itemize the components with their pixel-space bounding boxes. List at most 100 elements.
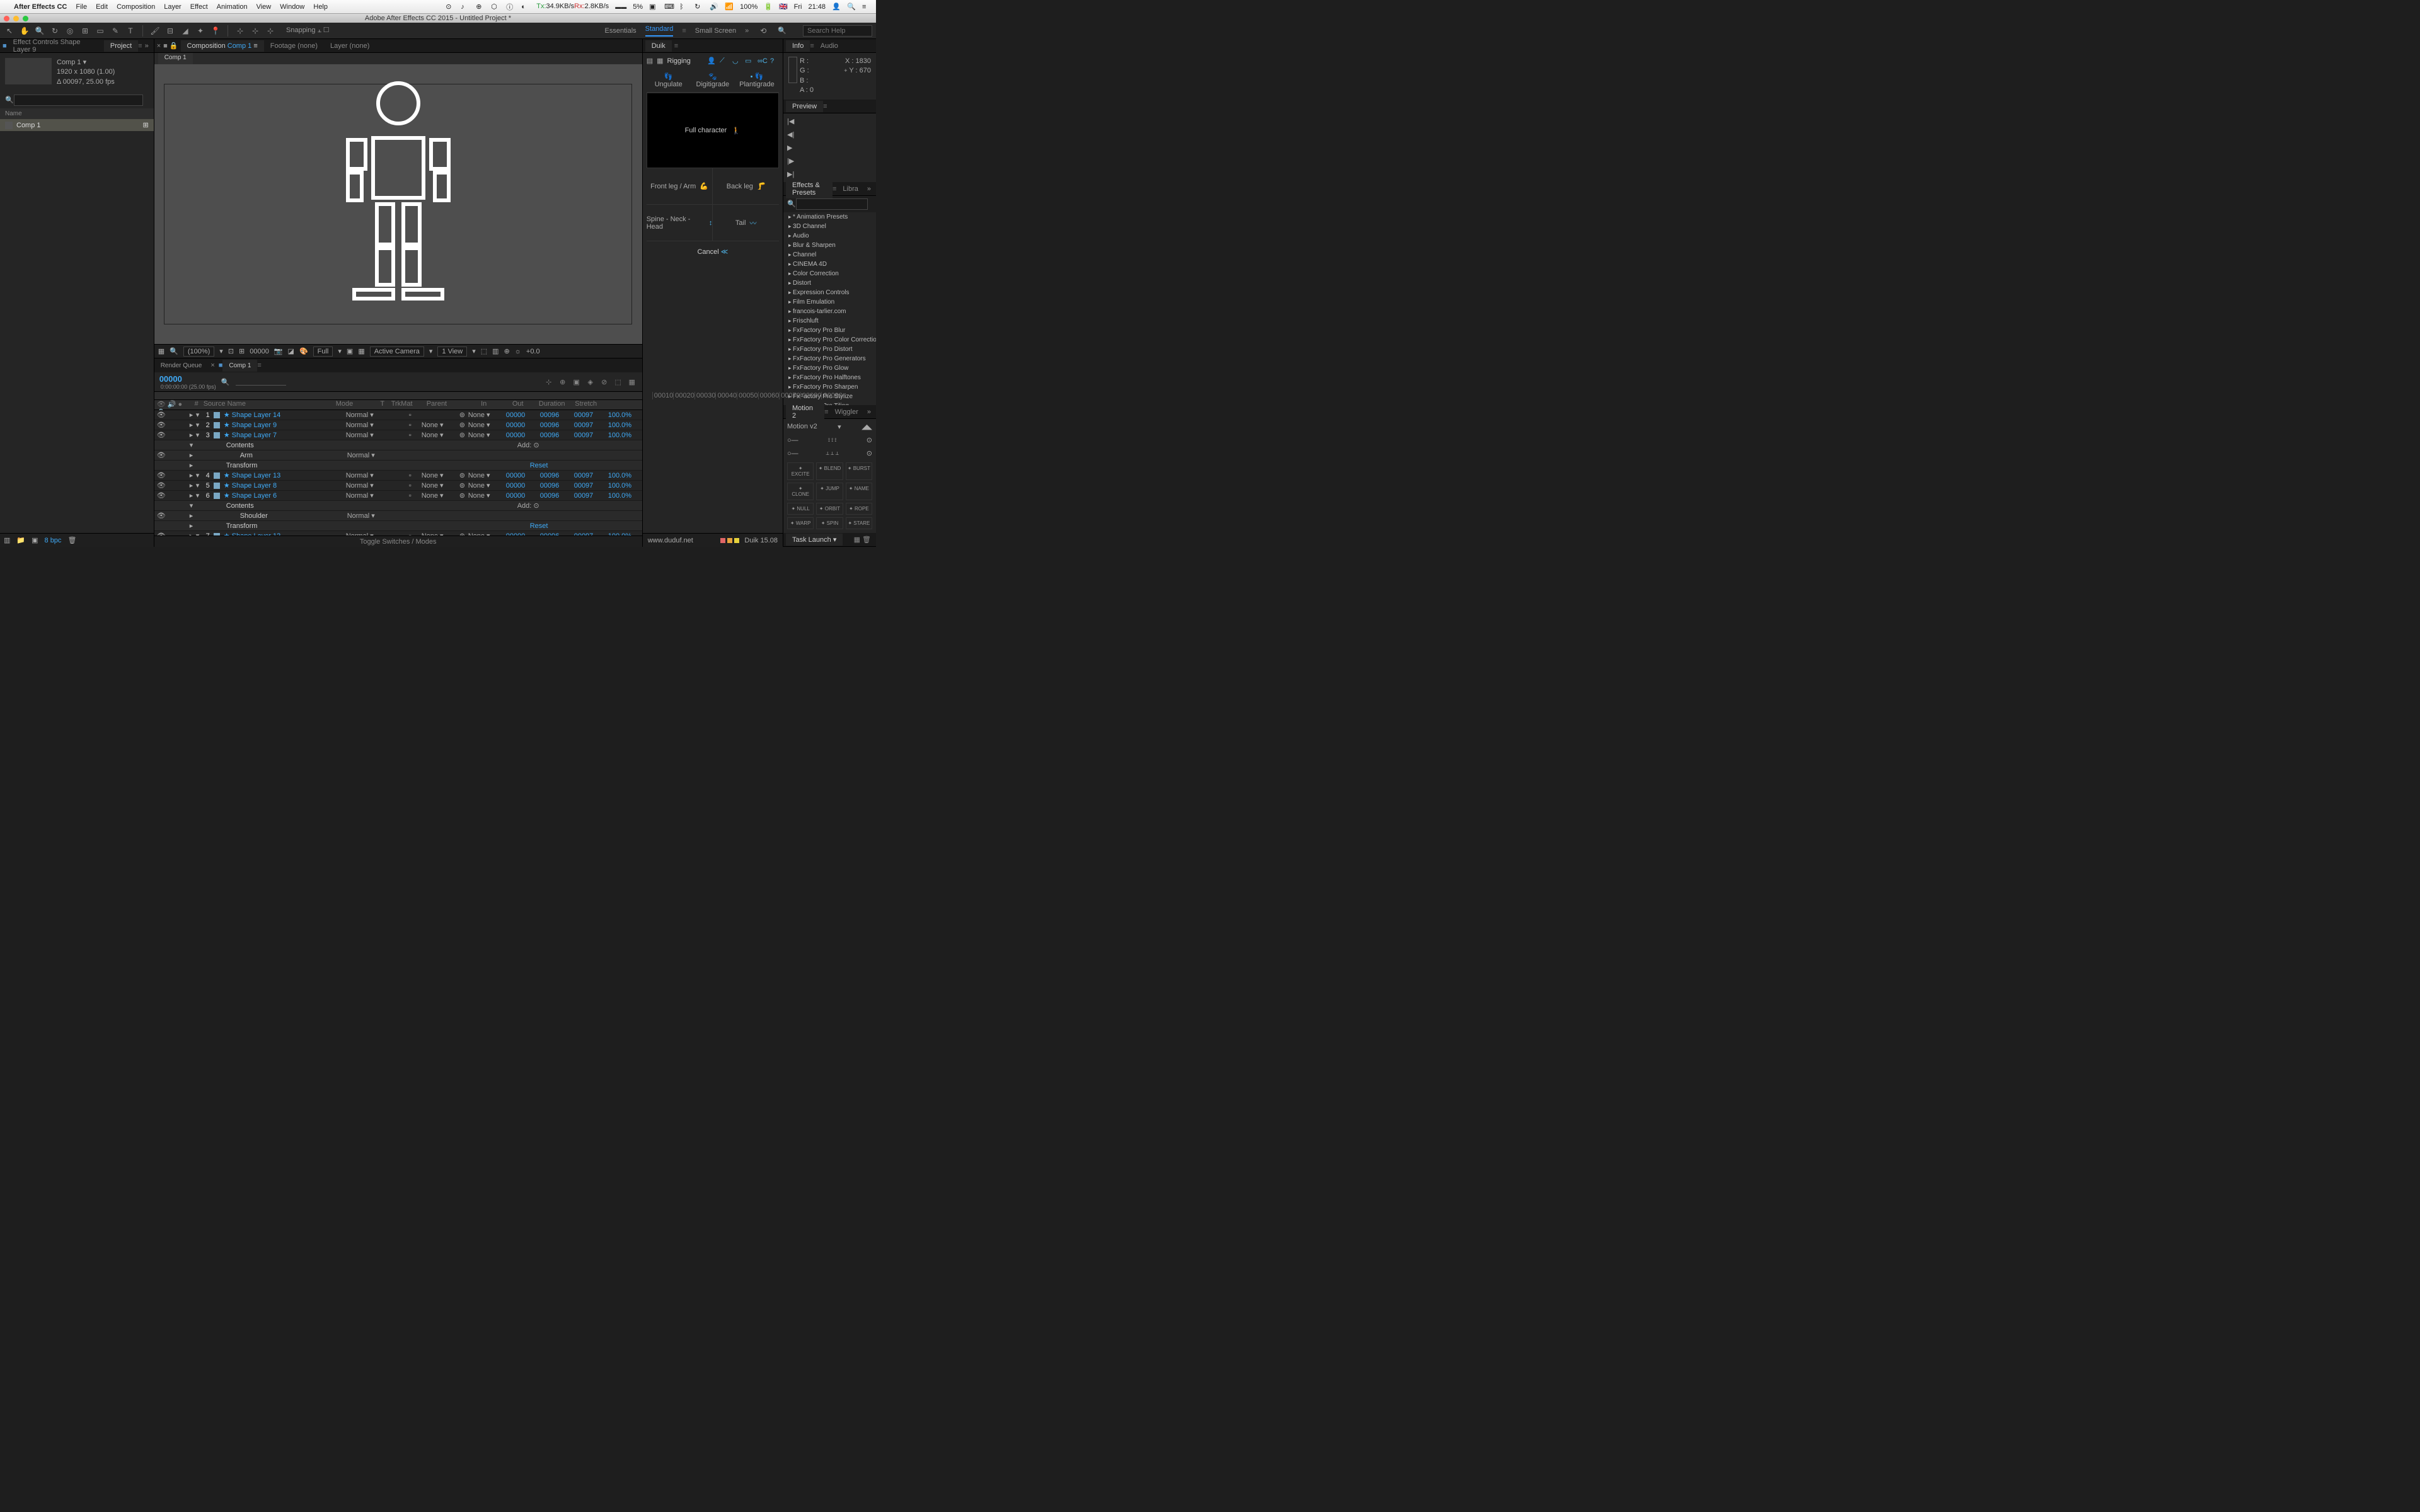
project-search[interactable] — [14, 94, 143, 106]
effects-category[interactable]: Color Correction — [783, 269, 876, 278]
sync-icon[interactable]: ⟲ — [758, 25, 769, 37]
tab-wiggler[interactable]: Wiggler — [829, 406, 865, 418]
effects-category[interactable]: Expression Controls — [783, 288, 876, 297]
anchor-tool[interactable]: ⊞ — [79, 25, 91, 37]
magnify-icon[interactable]: 🔍 — [170, 347, 178, 355]
resolution-select[interactable]: Full — [313, 346, 333, 357]
close-tab[interactable]: × — [210, 362, 214, 369]
status-icon[interactable]: ⓘ — [506, 2, 515, 12]
tl-btn[interactable]: ⬚ — [613, 377, 623, 387]
tab-preview[interactable]: Preview — [786, 101, 823, 112]
channels-icon[interactable]: ◪ — [288, 347, 294, 355]
duik-cancel[interactable]: Cancel ≪ — [647, 241, 779, 262]
effects-category[interactable]: * Animation Presets — [783, 212, 876, 222]
effects-category[interactable]: 3D Channel — [783, 222, 876, 231]
workspace-essentials[interactable]: Essentials — [605, 27, 637, 35]
timeline-subrow[interactable]: ▾ContentsAdd: ⊙ — [154, 440, 642, 450]
cc-icon[interactable]: ▣ — [649, 3, 658, 11]
duik-ctrl-icon[interactable]: ▭ — [745, 57, 754, 65]
keyboard-icon[interactable]: ⌨ — [664, 3, 673, 11]
timeline-layer-row[interactable]: 👁 ▸▾3★ Shape Layer 7Normal ▾▫None ▾⊚None… — [154, 430, 642, 440]
motion-btn-name[interactable]: ✦ NAME — [846, 483, 872, 500]
duik-ik-icon[interactable]: ◡ — [732, 57, 741, 65]
tab-effects-presets[interactable]: Effects & Presets — [786, 180, 833, 198]
puppet-tool[interactable]: 📍 — [210, 25, 221, 37]
tl-btn[interactable]: ⊹ — [544, 377, 554, 387]
timeline-subrow[interactable]: 👁▸ShoulderNormal ▾ — [154, 511, 642, 521]
col-header-name[interactable]: Name — [0, 108, 154, 119]
menu-file[interactable]: File — [76, 3, 87, 11]
panel-menu[interactable]: » — [142, 42, 151, 50]
effects-category[interactable]: FxFactory Pro Blur — [783, 326, 876, 335]
dropbox-icon[interactable]: ⬡ — [491, 3, 500, 11]
duik-tail[interactable]: Tail〰 — [712, 205, 779, 241]
effects-category[interactable]: Distort — [783, 278, 876, 288]
tab-audio[interactable]: Audio — [814, 40, 844, 52]
pen-tool[interactable]: ✎ — [110, 25, 121, 37]
effects-category[interactable]: francois-tarlier.com — [783, 307, 876, 316]
timemachine-icon[interactable]: ↻ — [694, 3, 703, 11]
tab-layer[interactable]: Layer (none) — [324, 40, 376, 52]
pixel-icon[interactable]: ⊕ — [504, 347, 510, 355]
timeline-subrow[interactable]: ▾ContentsAdd: ⊙ — [154, 501, 642, 511]
motion-btn-jump[interactable]: ✦ JUMP — [816, 483, 843, 500]
duik-link-icon[interactable]: ∞C — [758, 57, 766, 65]
tab-info[interactable]: Info — [786, 40, 810, 52]
effects-category[interactable]: FxFactory Pro Halftones — [783, 373, 876, 382]
exposure-icon[interactable]: ☼ — [515, 348, 521, 355]
tab-duik[interactable]: Duik — [645, 40, 672, 52]
minimize-button[interactable] — [13, 16, 19, 21]
color-icon[interactable]: 🎨 — [299, 347, 308, 355]
effects-category[interactable]: FxFactory Pro Generators — [783, 354, 876, 364]
selection-tool[interactable]: ↖ — [4, 25, 15, 37]
timeline-subrow[interactable]: ▸TransformReset — [154, 521, 642, 531]
tab-footage[interactable]: Footage (none) — [264, 40, 324, 52]
menu-view[interactable]: View — [256, 3, 272, 11]
motion-btn-stare[interactable]: ✦ STARE — [846, 517, 872, 529]
toggle-switches[interactable]: Toggle Switches / Modes — [360, 538, 437, 546]
effects-search[interactable] — [796, 198, 868, 210]
motion-btn-null[interactable]: ✦ NULL — [787, 503, 814, 515]
duik-front-leg[interactable]: Front leg / Arm💪 — [647, 168, 713, 204]
duik-bones-icon[interactable]: ⟋ — [720, 57, 729, 65]
motion-btn-orbit[interactable]: ✦ ORBIT — [816, 503, 843, 515]
tab-timeline-comp[interactable]: Comp 1 — [222, 360, 257, 372]
clock-day[interactable]: Fri — [794, 3, 802, 11]
tab-task-launch[interactable]: Task Launch ▾ — [786, 534, 843, 546]
motion-btn-spin[interactable]: ✦ SPIN — [816, 517, 843, 529]
menu-help[interactable]: Help — [313, 3, 328, 11]
roto-tool[interactable]: ✦ — [195, 25, 206, 37]
tl-btn[interactable]: ◈ — [585, 377, 596, 387]
status-icon[interactable]: ♪ — [461, 3, 470, 11]
frame-time[interactable]: 00000 — [250, 348, 269, 355]
bpc-toggle[interactable]: 8 bpc — [45, 537, 62, 544]
leg-plantigrade[interactable]: • 👣Plantigrade — [735, 72, 779, 88]
duik-back-leg[interactable]: Back leg🦵 — [712, 168, 779, 204]
shape-tool[interactable]: ▭ — [95, 25, 106, 37]
views-select[interactable]: 1 View — [437, 346, 467, 357]
new-comp-icon[interactable]: ▣ — [32, 536, 38, 544]
grid-icon[interactable]: ⊞ — [239, 347, 245, 355]
next-frame[interactable]: |▶ — [787, 157, 872, 165]
close-button[interactable] — [4, 16, 9, 21]
tab-render-queue[interactable]: Render Queue — [154, 360, 209, 372]
status-icon[interactable]: ◐ — [521, 3, 530, 11]
effects-category[interactable]: CINEMA 4D — [783, 260, 876, 269]
tl-btn[interactable]: ▦ — [627, 377, 637, 387]
timeline-subrow[interactable]: ▸TransformReset — [154, 461, 642, 471]
mask-icon[interactable]: ▥ — [492, 347, 498, 355]
roi-icon[interactable]: ▣ — [347, 347, 353, 355]
tab-libraries[interactable]: Libra — [836, 183, 864, 195]
menu-effect[interactable]: Effect — [190, 3, 208, 11]
clock-time[interactable]: 21:48 — [808, 3, 826, 11]
play[interactable]: ▶ — [787, 144, 872, 152]
3d-icon[interactable]: ⬚ — [481, 347, 487, 355]
menu-layer[interactable]: Layer — [164, 3, 182, 11]
effects-category[interactable]: FxFactory Pro Color Correction — [783, 335, 876, 345]
effects-category[interactable]: Blur & Sharpen — [783, 241, 876, 250]
composition-viewer[interactable] — [154, 64, 642, 344]
breadcrumb-comp[interactable]: Comp 1 — [158, 53, 193, 64]
comp-thumbnail[interactable] — [5, 58, 52, 84]
exposure-value[interactable]: +0.0 — [526, 348, 540, 355]
effects-category[interactable]: Frischluft — [783, 316, 876, 326]
